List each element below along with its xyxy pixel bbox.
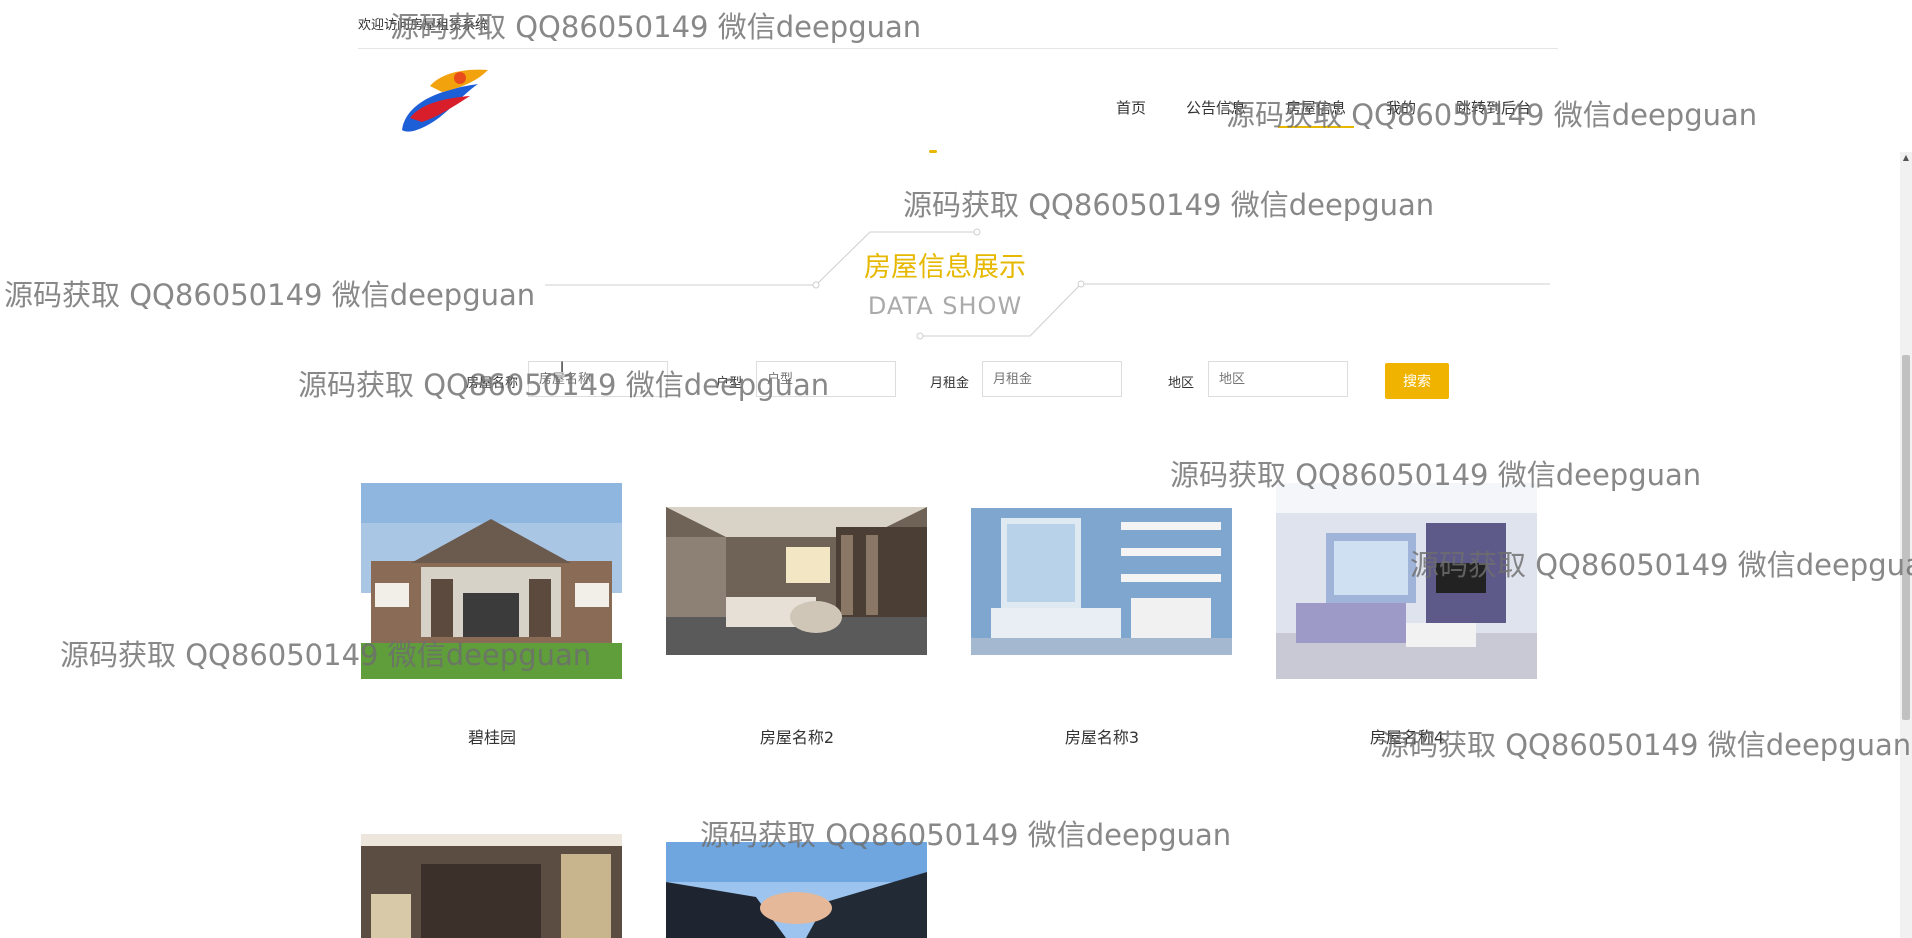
- search-label-type: 户型: [716, 376, 743, 391]
- search-input-area[interactable]: [1208, 361, 1348, 397]
- house-name-2[interactable]: 房屋名称2: [666, 724, 928, 748]
- search-input-rent[interactable]: [982, 361, 1122, 397]
- section-heading-decoration: [545, 228, 1550, 340]
- search-label-rent: 月租金: [930, 376, 970, 391]
- text-cursor-icon: I: [560, 360, 565, 376]
- section-title: 房屋信息展示: [864, 252, 1026, 283]
- search-button[interactable]: 搜索: [1385, 363, 1449, 399]
- search-label-area: 地区: [1168, 376, 1195, 391]
- house-image-4[interactable]: [1276, 483, 1537, 679]
- section-subtitle: DATA SHOW: [867, 292, 1023, 320]
- house-name-4[interactable]: 房屋名称4: [1276, 724, 1538, 748]
- search-input-name[interactable]: [528, 361, 668, 397]
- search-label-name: 房屋名称: [466, 376, 519, 391]
- house-image-5[interactable]: [361, 834, 622, 938]
- house-image-1[interactable]: [361, 483, 622, 679]
- house-image-3[interactable]: [971, 508, 1232, 655]
- scrollbar-thumb[interactable]: [1902, 355, 1910, 720]
- scroll-up-icon[interactable]: ▲: [1900, 152, 1912, 164]
- house-image-2[interactable]: [666, 507, 927, 655]
- house-name-1[interactable]: 碧桂园: [361, 724, 623, 748]
- house-name-3[interactable]: 房屋名称3: [971, 724, 1233, 748]
- search-input-type[interactable]: [756, 361, 896, 397]
- house-image-6[interactable]: [666, 842, 927, 938]
